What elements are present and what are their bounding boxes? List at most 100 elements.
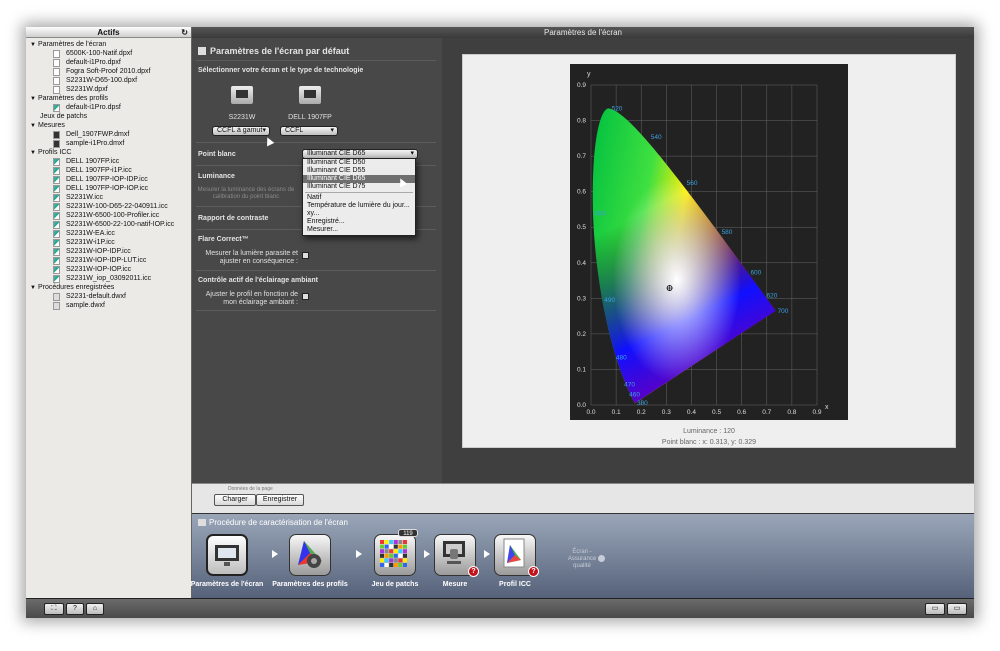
monitor-icon[interactable] (231, 86, 253, 104)
tree-item[interactable]: DELL 1907FP-i1P.icc (26, 166, 191, 175)
y-tick-label: 0.4 (577, 260, 586, 267)
display-quality-assurance-step[interactable]: Écran - Assurance qualité (562, 549, 602, 570)
tree-item[interactable]: S2231W-IOP-IDP.icc (26, 247, 191, 256)
home-button[interactable]: ⌂ (86, 603, 104, 615)
tree-item-label: 6500K-100-Natif.dpxf (66, 50, 133, 57)
settings-panel: Paramètres de l'écran par défaut Sélecti… (192, 38, 442, 483)
tree-item-label: S2231W-i1P.icc (66, 239, 115, 246)
arrow-circle-icon[interactable] (598, 555, 605, 562)
tree-item[interactable]: S2231-default.dwxf (26, 292, 191, 301)
refresh-icon[interactable]: ↻ (181, 27, 188, 38)
monitor-icon[interactable] (299, 86, 321, 104)
tree-item[interactable]: S2231W-6500-22-100-natif-IOP.icc (26, 220, 191, 229)
step-patch-set[interactable] (374, 534, 416, 576)
tree-category[interactable]: ▼ Paramètres des profils (26, 94, 191, 103)
tree-item-label: default-i1Pro.dpsf (66, 104, 121, 111)
arrow-right-icon (484, 550, 490, 558)
help-button[interactable]: ? (66, 603, 84, 615)
step-display-settings[interactable] (206, 534, 248, 576)
tree-item[interactable]: default-i1Pro.dpsf (26, 103, 191, 112)
warning-badge: ? (468, 566, 479, 577)
tree-item[interactable]: Fogra Soft-Proof 2010.dpxf (26, 67, 191, 76)
assets-tree: ▼ Paramètres de l'écran 6500K-100-Natif.dp… (26, 38, 191, 310)
y-tick-label: 0.0 (577, 402, 586, 409)
tree-item[interactable]: S2231W-IOP-IOP.icc (26, 265, 191, 274)
tree-item-label: S2231W.icc (66, 194, 103, 201)
tree-category[interactable]: Jeux de patchs (26, 112, 191, 121)
tree-category[interactable]: ▼ Paramètres de l'écran (26, 40, 191, 49)
wavelength-label: 620 (767, 292, 778, 299)
panel-title: Paramètres de l'écran par défaut (198, 46, 349, 56)
arrow-right-icon (424, 550, 430, 558)
tree-item[interactable]: default-i1Pro.dpxf (26, 58, 191, 67)
tree-item[interactable]: S2231W-D65-100.dpxf (26, 76, 191, 85)
tree-item[interactable]: Dell_1907FWP.dmxf (26, 130, 191, 139)
ambient-checkbox[interactable] (302, 293, 309, 300)
divider (196, 142, 436, 143)
tree-item[interactable]: DELL 1907FP-IOP-IDP.icc (26, 175, 191, 184)
divider (196, 60, 436, 61)
tech-popup-1[interactable]: CCFL à gamut (212, 126, 270, 136)
tree-item[interactable]: S2231W.icc (26, 193, 191, 202)
tree-item[interactable]: sample-i1Pro.dmxf (26, 139, 191, 148)
window-title: Paramètres de l'écran (192, 27, 974, 38)
tree-item[interactable]: sample.dwxf (26, 301, 191, 310)
tree-category[interactable]: ▼ Procédures enregistrées (26, 283, 191, 292)
load-button[interactable]: Charger (214, 494, 256, 506)
menu-item[interactable]: Mesurer... (303, 226, 415, 234)
menu-item[interactable]: xy... (303, 210, 415, 218)
wavelength-label: 700 (778, 308, 789, 315)
menu-item[interactable]: Illuminant CIE D55 (303, 167, 415, 175)
tree-category[interactable]: ▼ Mesures (26, 121, 191, 130)
y-tick-label: 0.7 (577, 153, 586, 160)
status-bar: ⛶ ? ⌂ ▭ ▭ (26, 598, 974, 618)
tree-item[interactable]: S2231W-100-D65-22-040911.icc (26, 202, 191, 211)
wavelength-label: 470 (624, 381, 635, 388)
divider (196, 270, 436, 271)
tree-category[interactable]: ▼ Profils ICC (26, 148, 191, 157)
ambient-option-label: Ajuster le profil en fonction de mon écl… (205, 291, 298, 306)
tree-item-label: DELL 1907FP-IOP-IDP.icc (66, 176, 148, 183)
fullscreen-button[interactable]: ⛶ (44, 603, 64, 615)
x-tick-label: 0.9 (812, 409, 821, 416)
tree-item[interactable]: 6500K-100-Natif.dpxf (26, 49, 191, 58)
tree-item[interactable]: S2231W-EA.icc (26, 229, 191, 238)
menu-item[interactable]: Illuminant CIE D50 (303, 159, 415, 167)
monitor-icon (198, 519, 206, 526)
wavelength-label: 560 (687, 180, 698, 187)
tree-item-label: S2231W-EA.icc (66, 230, 115, 237)
tree-item[interactable]: DELL 1907FP-IOP-IOP.icc (26, 184, 191, 193)
device-button-2[interactable]: ▭ (947, 603, 967, 615)
panel-title-text: Paramètres de l'écran par défaut (210, 46, 350, 56)
y-tick-label: 0.3 (577, 295, 586, 302)
y-tick-label: 0.1 (577, 366, 586, 373)
tree-item[interactable]: S2231W-6500-100-Profiler.icc (26, 211, 191, 220)
menu-item[interactable]: Température de lumière du jour... (303, 202, 415, 210)
tree-item-label: S2231W-D65-100.dpxf (66, 77, 138, 84)
tree-item-label: S2231W.dpxf (66, 86, 108, 93)
save-button[interactable]: Enregistrer (256, 494, 304, 506)
y-tick-label: 0.9 (577, 82, 586, 89)
tree-item[interactable]: S2231W-IOP-IDP-LUT.icc (26, 256, 191, 265)
tree-item[interactable]: S2231W_iop_03092011.icc (26, 274, 191, 283)
tree-category-label: Procédures enregistrées (38, 284, 115, 291)
tree-item-label: DELL 1907FP-i1P.icc (66, 167, 132, 174)
flare-checkbox[interactable] (302, 252, 309, 259)
tech-popup-2[interactable]: CCFL (280, 126, 338, 136)
tree-item[interactable]: S2231W.dpxf (26, 85, 191, 94)
step-profile-settings[interactable] (289, 534, 331, 576)
x-tick-label: 0.3 (662, 409, 671, 416)
tree-item[interactable]: S2231W-i1P.icc (26, 238, 191, 247)
assets-sidebar: Actifs ↻ ▼ Paramètres de l'écran 6500K-100… (26, 27, 192, 598)
tree-item[interactable]: DELL 1907FP.icc (26, 157, 191, 166)
device-button[interactable]: ▭ (925, 603, 945, 615)
menu-item[interactable]: Enregistré... (303, 218, 415, 226)
x-tick-label: 0.0 (586, 409, 595, 416)
flare-correct-label: Flare Correct™ (198, 236, 249, 243)
divider (196, 310, 436, 311)
display-settings-icon (215, 545, 239, 566)
file-icon (53, 230, 60, 238)
tree-item-label: DELL 1907FP-IOP-IOP.icc (66, 185, 149, 192)
menu-item[interactable]: Natif (303, 194, 415, 202)
document-icon (198, 47, 206, 55)
